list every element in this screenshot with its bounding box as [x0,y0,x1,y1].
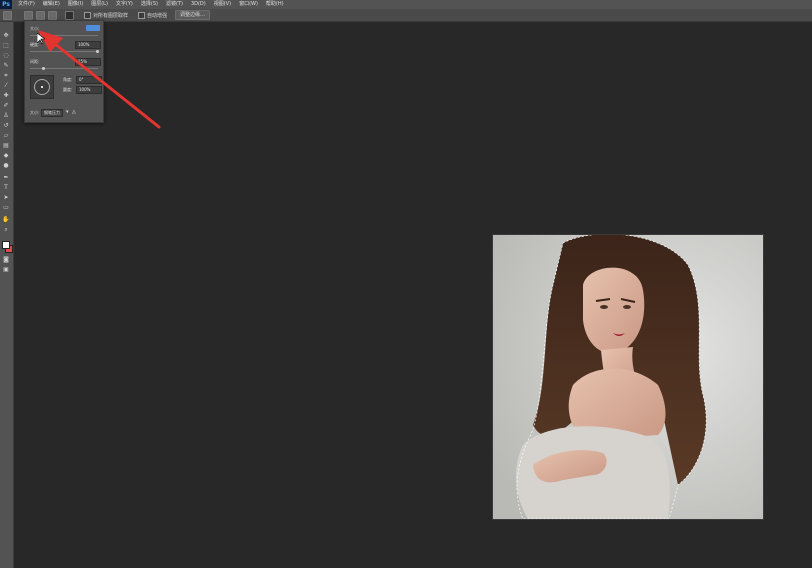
reset-brush-button[interactable] [86,25,100,31]
options-bar: 对所有图层取样 自动增强 调整边缘... [0,9,812,22]
spacing-field[interactable]: 25% [75,58,101,66]
hardness-field[interactable]: 100% [75,41,101,49]
eraser-tool-icon[interactable]: ▱ [2,132,10,139]
menu-help[interactable]: 帮助(H) [262,0,288,9]
hand-tool-icon[interactable]: ✋ [2,216,10,223]
mouse-cursor-icon [37,33,45,45]
refine-edge-button[interactable]: 调整边缘... [175,10,210,20]
size-control-label: 大小: [30,110,40,115]
marquee-tool-icon[interactable]: ⬚ [2,42,10,49]
menu-file[interactable]: 文件(F) [14,0,39,9]
crop-tool-icon[interactable]: ⌗ [2,72,10,79]
hardness-slider[interactable] [30,50,99,53]
move-tool-icon[interactable]: ✥ [2,32,10,39]
photoshop-logo: Ps [0,0,12,9]
zoom-tool-icon[interactable]: ⌕ [2,226,10,233]
healing-brush-tool-icon[interactable]: ✚ [2,92,10,99]
menu-edit[interactable]: 编辑(E) [39,0,64,9]
pressure-icon[interactable]: ◬ [72,109,76,115]
auto-enhance-label: 自动增强 [147,12,168,19]
chevron-down-icon[interactable]: ▾ [66,109,69,115]
new-selection-icon[interactable] [24,10,33,20]
auto-enhance-checkbox[interactable] [138,11,146,19]
gradient-tool-icon[interactable]: ▤ [2,142,10,149]
size-label: 大小: [30,26,40,31]
type-tool-icon[interactable]: T [2,184,10,191]
shape-tool-icon[interactable]: ▭ [2,204,10,211]
menu-layer[interactable]: 图层(L) [87,0,112,9]
size-control-dropdown[interactable]: 钢笔压力 [41,109,63,117]
hardness-slider-knob[interactable] [96,50,99,53]
brush-angle-roundness-preview[interactable] [30,75,54,99]
right-eye [623,305,631,309]
menu-view[interactable]: 视图(V) [210,0,235,9]
menu-type[interactable]: 文字(Y) [112,0,137,9]
menu-3d[interactable]: 3D(D) [187,0,210,9]
brush-picker-panel: 大小: 硬度: 100% 间距: 25% 角度: 0° 圆度: 100% 大小:… [24,20,104,123]
angle-label: 角度: [63,77,73,82]
clone-stamp-tool-icon[interactable]: ♙ [2,112,10,119]
brush-picker-icon[interactable] [65,10,74,20]
roundness-label: 圆度: [63,87,73,92]
screen-mode-icon[interactable]: ▣ [2,266,10,273]
blur-tool-icon[interactable]: ◆ [2,152,10,159]
brush-tool-icon[interactable]: ✐ [2,102,10,109]
roundness-field[interactable]: 100% [76,86,102,94]
sample-all-layers-label: 对所有图层取样 [93,12,129,19]
spacing-slider-knob[interactable] [42,67,45,70]
menu-bar: Ps 文件(F) 编辑(E) 图像(I) 图层(L) 文字(Y) 选择(S) 滤… [0,0,812,9]
menu-window[interactable]: 窗口(W) [235,0,262,9]
menu-filter[interactable]: 滤镜(T) [162,0,187,9]
eyedropper-tool-icon[interactable]: ⁄ [2,82,10,89]
document-canvas[interactable] [492,234,764,520]
angle-field[interactable]: 0° [76,76,102,84]
spacing-slider[interactable] [30,67,98,70]
left-eye [600,305,608,309]
foreground-color-swatch[interactable] [2,241,10,249]
portrait-photo [493,235,763,519]
tools-panel: ✥ ⬚ ◌ ✎ ⌗ ⁄ ✚ ✐ ♙ ↺ ▱ ▤ ◆ ● ✒ T ➤ ▭ ✋ ⌕ … [0,22,14,568]
history-brush-tool-icon[interactable]: ↺ [2,122,10,129]
menu-select[interactable]: 选择(S) [137,0,162,9]
add-to-selection-icon[interactable] [36,10,45,20]
subtract-from-selection-icon[interactable] [48,10,57,20]
path-selection-tool-icon[interactable]: ➤ [2,194,10,201]
pen-tool-icon[interactable]: ✒ [2,174,10,181]
brush-tip-center [41,86,43,88]
quick-mask-icon[interactable]: ◙ [2,256,10,263]
quick-selection-tool-preset-icon[interactable] [3,10,12,20]
dodge-tool-icon[interactable]: ● [2,162,10,169]
sample-all-layers-checkbox[interactable] [84,11,91,19]
lasso-tool-icon[interactable]: ◌ [2,52,10,59]
menu-image[interactable]: 图像(I) [64,0,87,9]
quick-selection-tool-icon[interactable]: ✎ [2,62,10,69]
spacing-label: 间距: [30,59,40,64]
